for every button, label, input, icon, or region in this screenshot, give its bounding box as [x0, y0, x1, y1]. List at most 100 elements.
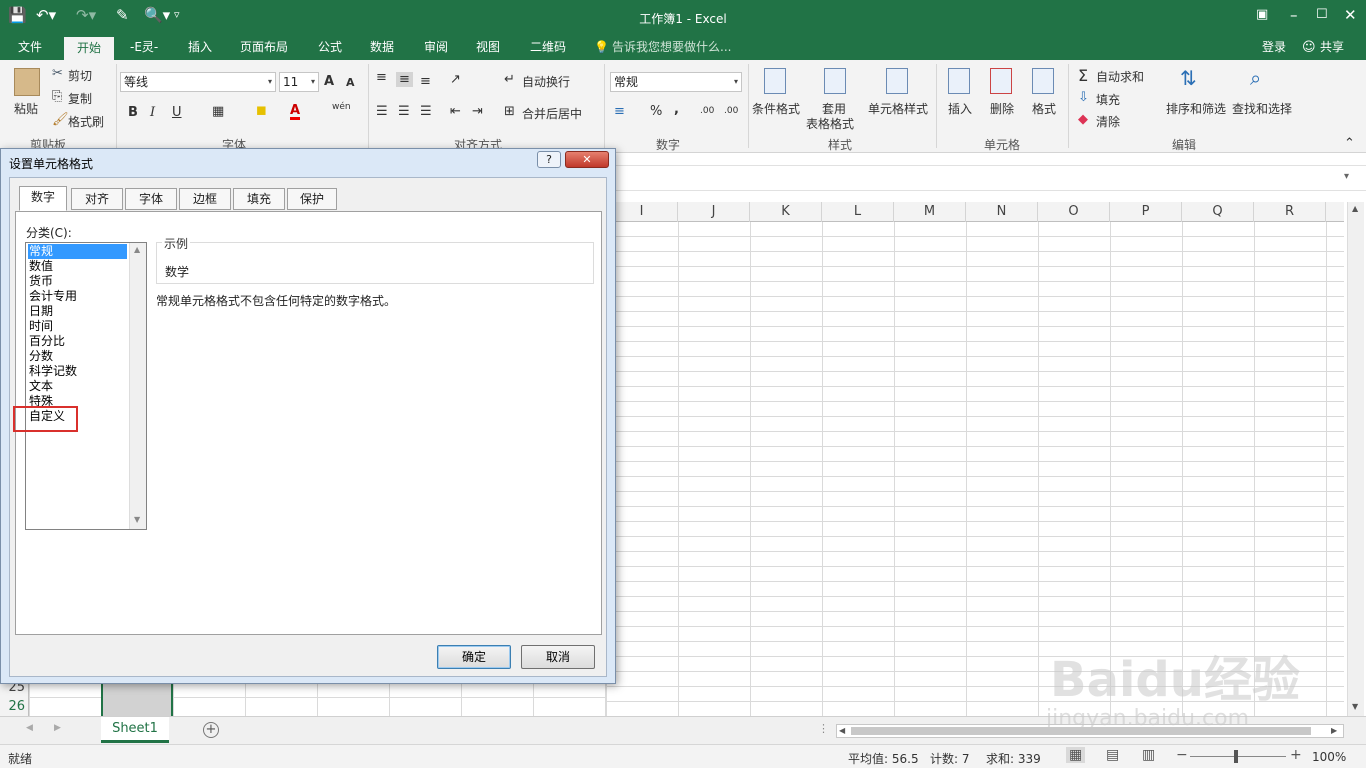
format-painter-button[interactable]: 格式刷	[68, 113, 104, 130]
category-general[interactable]: 常规	[28, 244, 127, 259]
font-name-combo[interactable]: 等线 ▾	[120, 72, 276, 92]
find-select-button[interactable]: 查找和选择	[1232, 100, 1292, 117]
scroll-up-icon[interactable]: ▲	[1352, 204, 1358, 213]
clear-button[interactable]: 清除	[1096, 113, 1120, 130]
border-icon[interactable]: ▦	[212, 104, 224, 119]
menu-qrcode[interactable]: 二维码	[524, 36, 572, 60]
shrink-font-button[interactable]: A	[346, 76, 355, 89]
increase-decimal-button[interactable]: .00	[700, 106, 714, 116]
underline-button[interactable]: U	[172, 105, 182, 120]
tab-number[interactable]: 数字	[19, 186, 67, 211]
category-list[interactable]: 常规 数值 货币 会计专用 日期 时间 百分比 分数 科学记数 文本 特殊 自定…	[25, 242, 147, 530]
close-window-icon[interactable]: ✕	[1344, 6, 1357, 24]
category-scrollbar[interactable]: ▲ ▼	[129, 243, 146, 529]
delete-cells-button[interactable]: 删除	[990, 100, 1014, 117]
column-header-l[interactable]: L	[822, 202, 894, 222]
menu-view[interactable]: 视图	[470, 36, 506, 60]
sort-filter-button[interactable]: 排序和筛选	[1166, 100, 1226, 117]
align-middle-icon[interactable]: ≡	[396, 72, 413, 87]
category-date[interactable]: 日期	[28, 304, 53, 319]
scroll-right-icon[interactable]: ▶	[1331, 726, 1337, 735]
next-sheet-icon[interactable]: ▶	[54, 723, 61, 733]
login-link[interactable]: 登录	[1256, 36, 1292, 60]
column-header-m[interactable]: M	[894, 202, 966, 222]
grow-font-button[interactable]: A	[324, 74, 334, 89]
expand-formula-icon[interactable]: ▾	[1344, 171, 1349, 182]
selected-column-cells[interactable]	[101, 684, 173, 716]
align-bottom-icon[interactable]: ≡	[420, 74, 431, 89]
normal-view-icon[interactable]: ▦	[1066, 747, 1086, 763]
conditional-format-button[interactable]: 条件格式	[752, 100, 800, 117]
cancel-button[interactable]: 取消	[521, 645, 595, 669]
tell-me-input[interactable]: 告诉我您想要做什么...	[606, 36, 737, 60]
menu-formulas[interactable]: 公式	[312, 36, 348, 60]
category-fraction[interactable]: 分数	[28, 349, 53, 364]
zoom-out-icon[interactable]: −	[1176, 747, 1188, 763]
category-percentage[interactable]: 百分比	[28, 334, 65, 349]
tab-alignment[interactable]: 对齐	[71, 188, 123, 210]
scroll-up-icon[interactable]: ▲	[134, 245, 140, 254]
ribbon-display-icon[interactable]: ▣	[1256, 6, 1268, 24]
accounting-format-icon[interactable]: ≡	[614, 104, 625, 119]
increase-indent-icon[interactable]: ⇥	[472, 104, 483, 119]
paste-icon[interactable]	[14, 68, 40, 96]
column-header-p[interactable]: P	[1110, 202, 1182, 222]
cell-styles-button[interactable]: 单元格样式	[868, 100, 928, 117]
cut-button[interactable]: 剪切	[68, 67, 92, 84]
category-text[interactable]: 文本	[28, 379, 53, 394]
maximize-icon[interactable]: ☐	[1316, 6, 1328, 24]
share-button[interactable]: 共享	[1314, 36, 1350, 60]
number-format-combo[interactable]: 常规 ▾	[610, 72, 742, 92]
split-handle-icon[interactable]: ⋮	[818, 722, 829, 735]
orientation-icon[interactable]: ↗	[450, 72, 461, 87]
category-scientific[interactable]: 科学记数	[28, 364, 77, 379]
decrease-decimal-button[interactable]: .00	[724, 106, 738, 116]
category-accounting[interactable]: 会计专用	[28, 289, 77, 304]
close-dialog-button[interactable]: ✕	[565, 151, 609, 168]
row-header-26[interactable]: 26	[0, 697, 29, 716]
sheet-tab-sheet1[interactable]: Sheet1	[101, 717, 169, 743]
scroll-down-icon[interactable]: ▼	[134, 515, 140, 524]
table-format-label-2[interactable]: 表格格式	[806, 115, 854, 132]
phonetic-button[interactable]: wén	[332, 102, 351, 112]
page-layout-view-icon[interactable]: ▤	[1106, 747, 1119, 763]
ok-button[interactable]: 确定	[437, 645, 511, 669]
decrease-indent-icon[interactable]: ⇤	[450, 104, 461, 119]
zoom-level[interactable]: 100%	[1312, 750, 1346, 764]
menu-page-layout[interactable]: 页面布局	[234, 36, 294, 60]
wrap-text-button[interactable]: 自动换行	[522, 73, 570, 90]
align-center-icon[interactable]: ☰	[398, 104, 410, 119]
bold-button[interactable]: B	[128, 105, 138, 120]
zoom-slider[interactable]	[1190, 756, 1286, 757]
autosum-button[interactable]: 自动求和	[1096, 68, 1144, 85]
format-cells-button[interactable]: 格式	[1032, 100, 1056, 117]
category-time[interactable]: 时间	[28, 319, 53, 334]
column-header-k[interactable]: K	[750, 202, 822, 222]
collapse-ribbon-icon[interactable]: ⌃	[1344, 136, 1355, 151]
category-number[interactable]: 数值	[28, 259, 53, 274]
merge-center-button[interactable]: 合并后居中	[522, 105, 582, 122]
menu-review[interactable]: 审阅	[418, 36, 454, 60]
percent-button[interactable]: %	[650, 104, 662, 119]
align-top-icon[interactable]: ≡	[376, 70, 387, 85]
align-left-icon[interactable]: ☰	[376, 104, 388, 119]
tab-fill[interactable]: 填充	[233, 188, 285, 210]
menu-data[interactable]: 数据	[364, 36, 400, 60]
column-header-o[interactable]: O	[1038, 202, 1110, 222]
help-button[interactable]: ?	[537, 151, 561, 168]
align-right-icon[interactable]: ☰	[420, 104, 432, 119]
category-currency[interactable]: 货币	[28, 274, 53, 289]
column-header-i[interactable]: I	[606, 202, 678, 222]
page-break-view-icon[interactable]: ▥	[1142, 747, 1155, 763]
zoom-slider-thumb[interactable]	[1234, 750, 1238, 763]
column-header-j[interactable]: J	[678, 202, 750, 222]
tab-font[interactable]: 字体	[125, 188, 177, 210]
menu-insert[interactable]: 插入	[182, 36, 218, 60]
minimize-icon[interactable]: –	[1290, 6, 1298, 24]
paste-button[interactable]: 粘贴	[14, 100, 38, 117]
scroll-down-icon[interactable]: ▼	[1352, 702, 1358, 711]
column-header-r[interactable]: R	[1254, 202, 1326, 222]
comma-button[interactable]: ,	[674, 102, 679, 117]
insert-cells-button[interactable]: 插入	[948, 100, 972, 117]
fill-color-icon[interactable]: ◼	[256, 103, 267, 118]
